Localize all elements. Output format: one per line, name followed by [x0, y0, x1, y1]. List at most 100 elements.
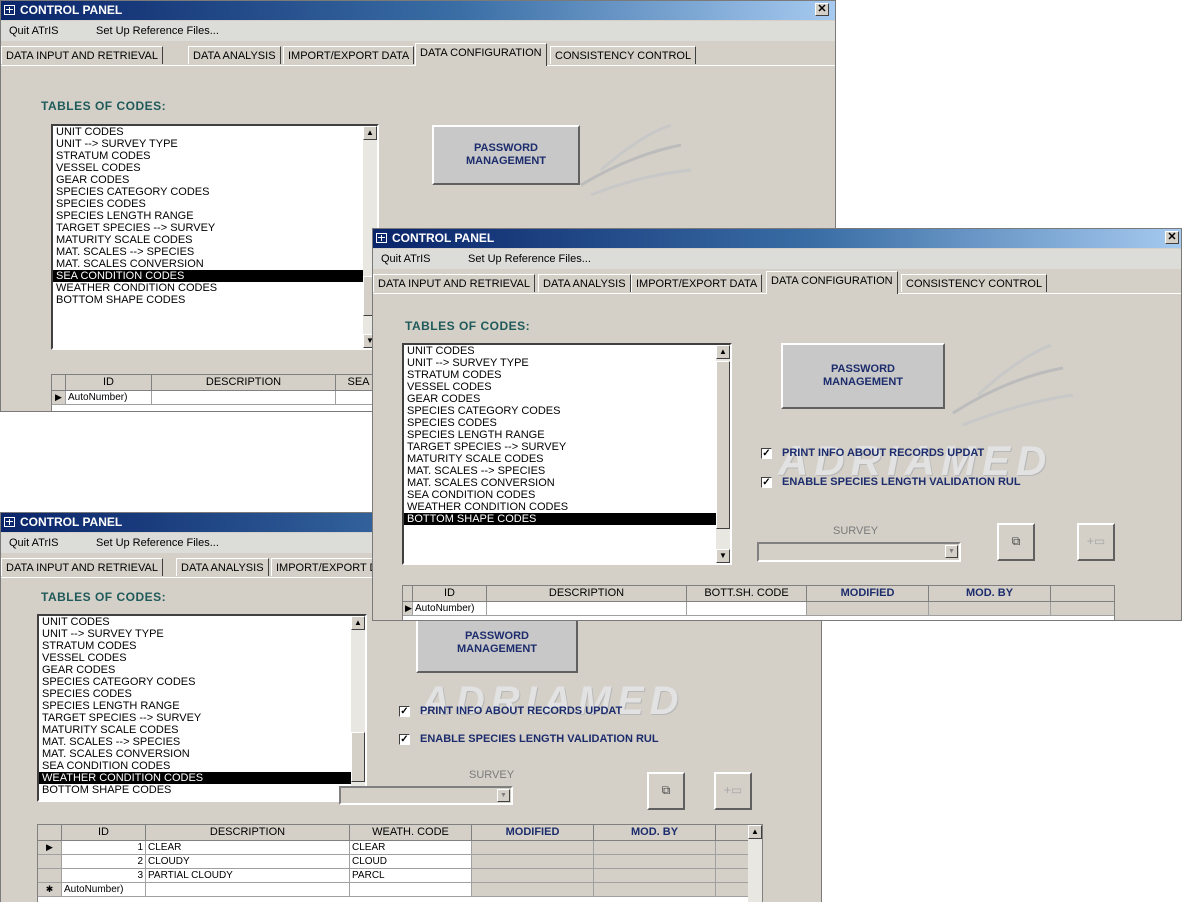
tab-data-configuration[interactable]: DATA CONFIGURATION	[415, 43, 547, 66]
menu-setup-reference[interactable]: Set Up Reference Files...	[468, 249, 591, 269]
survey-combobox[interactable]: ▼	[757, 542, 961, 562]
col-modified[interactable]: MODIFIED	[472, 825, 594, 841]
codes-listbox[interactable]: UNIT CODES UNIT --> SURVEY TYPE STRATUM CO…	[402, 343, 732, 565]
list-item[interactable]: WEATHER CONDITION CODES	[404, 501, 730, 513]
list-item[interactable]: TARGET SPECIES --> SURVEY	[39, 712, 365, 724]
list-item[interactable]: SPECIES LENGTH RANGE	[39, 700, 365, 712]
list-item[interactable]: SEA CONDITION CODES	[404, 489, 730, 501]
tab-data-input[interactable]: DATA INPUT AND RETRIEVAL	[373, 274, 535, 292]
print-info-checkbox[interactable]: ✓ PRINT INFO ABOUT RECORDS UPDAT	[399, 705, 622, 717]
menu-setup-reference[interactable]: Set Up Reference Files...	[96, 21, 219, 41]
col-id[interactable]: ID	[66, 375, 152, 391]
list-item[interactable]: UNIT CODES	[404, 345, 730, 357]
title-bar[interactable]: CONTROL PANEL ✕	[1, 1, 835, 20]
list-item[interactable]: MAT. SCALES --> SPECIES	[39, 736, 365, 748]
cell-id[interactable]: 1	[62, 841, 146, 855]
add-record-button[interactable]: +▭	[1077, 523, 1115, 561]
list-item[interactable]: BOTTOM SHAPE CODES	[39, 784, 365, 796]
list-item[interactable]: WEATHER CONDITION CODES	[39, 772, 365, 784]
vertical-scrollbar[interactable]: ▲ ▼	[716, 345, 730, 563]
scroll-up-icon[interactable]: ▲	[716, 345, 730, 359]
table-row[interactable]: 2 CLOUDY CLOUD	[38, 855, 762, 869]
row-selector[interactable]	[38, 855, 62, 869]
list-item[interactable]: VESSEL CODES	[39, 652, 365, 664]
chevron-down-icon[interactable]: ▼	[497, 789, 510, 802]
col-modified[interactable]: MODIFIED	[807, 586, 929, 602]
row-selector[interactable]	[38, 869, 62, 883]
list-item[interactable]: SPECIES LENGTH RANGE	[404, 429, 730, 441]
list-item[interactable]: MAT. SCALES CONVERSION	[53, 258, 377, 270]
codes-datagrid[interactable]: ID DESCRIPTION BOTT.SH. CODE MODIFIED MO…	[402, 585, 1115, 620]
scroll-up-icon[interactable]: ▲	[351, 616, 365, 630]
list-item[interactable]: MAT. SCALES CONVERSION	[404, 477, 730, 489]
cell-description[interactable]	[146, 883, 350, 897]
list-item[interactable]: UNIT --> SURVEY TYPE	[39, 628, 365, 640]
validation-checkbox[interactable]: ✓ ENABLE SPECIES LENGTH VALIDATION RUL	[399, 733, 659, 745]
cell-description[interactable]	[152, 391, 336, 405]
table-row[interactable]: ▶ AutoNumber)	[52, 391, 380, 405]
validation-checkbox[interactable]: ✓ ENABLE SPECIES LENGTH VALIDATION RUL	[761, 476, 1021, 488]
vertical-scrollbar[interactable]: ▲ ▼	[351, 616, 365, 800]
list-item[interactable]: VESSEL CODES	[404, 381, 730, 393]
menu-setup-reference[interactable]: Set Up Reference Files...	[96, 533, 219, 553]
col-id[interactable]: ID	[413, 586, 487, 602]
checkbox-validation-box[interactable]: ✓	[399, 733, 410, 745]
list-item[interactable]: STRATUM CODES	[53, 150, 377, 162]
col-description[interactable]: DESCRIPTION	[146, 825, 350, 841]
list-item[interactable]: SPECIES CODES	[404, 417, 730, 429]
table-row[interactable]: ▶ AutoNumber)	[403, 602, 1114, 616]
list-item[interactable]: MATURITY SCALE CODES	[53, 234, 377, 246]
tab-data-analysis[interactable]: DATA ANALYSIS	[176, 558, 269, 576]
checkbox-print-box[interactable]: ✓	[761, 447, 772, 459]
col-mod-by[interactable]: MOD. BY	[929, 586, 1051, 602]
list-item[interactable]: STRATUM CODES	[39, 640, 365, 652]
col-description[interactable]: DESCRIPTION	[152, 375, 336, 391]
tab-data-analysis[interactable]: DATA ANALYSIS	[188, 46, 281, 64]
col-description[interactable]: DESCRIPTION	[487, 586, 687, 602]
tab-data-configuration[interactable]: DATA CONFIGURATION	[766, 271, 898, 294]
codes-listbox[interactable]: UNIT CODES UNIT --> SURVEY TYPE STRATUM CO…	[37, 614, 367, 802]
cell-code[interactable]: PARCL	[350, 869, 472, 883]
password-management-button[interactable]: PASSWORD MANAGEMENT	[781, 343, 945, 409]
scroll-thumb[interactable]	[351, 732, 365, 782]
checkbox-print-box[interactable]: ✓	[399, 705, 410, 717]
col-bott-sh-code[interactable]: BOTT.SH. CODE	[687, 586, 807, 602]
checkbox-validation-box[interactable]: ✓	[761, 476, 772, 488]
list-item[interactable]: SPECIES CODES	[39, 688, 365, 700]
list-item[interactable]: MATURITY SCALE CODES	[39, 724, 365, 736]
scroll-thumb[interactable]	[716, 361, 730, 529]
list-item[interactable]: UNIT CODES	[53, 126, 377, 138]
chevron-down-icon[interactable]: ▼	[945, 545, 958, 558]
cell-id[interactable]: AutoNumber)	[66, 391, 152, 405]
list-item[interactable]: BOTTOM SHAPE CODES	[53, 294, 377, 306]
tab-consistency-control[interactable]: CONSISTENCY CONTROL	[550, 46, 697, 64]
list-item[interactable]: SPECIES CODES	[53, 198, 377, 210]
list-item[interactable]: MAT. SCALES --> SPECIES	[404, 465, 730, 477]
survey-combobox[interactable]: ▼	[339, 786, 513, 805]
menu-quit[interactable]: Quit ATrIS	[9, 21, 59, 41]
cell-id[interactable]: AutoNumber)	[413, 602, 487, 616]
col-id[interactable]: ID	[62, 825, 146, 841]
copy-button[interactable]: ⧉	[997, 523, 1035, 561]
cell-id[interactable]: AutoNumber)	[62, 883, 146, 897]
print-info-checkbox[interactable]: ✓ PRINT INFO ABOUT RECORDS UPDAT	[761, 447, 984, 459]
list-item[interactable]: MAT. SCALES --> SPECIES	[53, 246, 377, 258]
add-record-button[interactable]: +▭	[714, 772, 752, 810]
codes-listbox[interactable]: UNIT CODES UNIT --> SURVEY TYPE STRATUM CO…	[51, 124, 379, 350]
list-item[interactable]: SPECIES LENGTH RANGE	[53, 210, 377, 222]
title-bar[interactable]: CONTROL PANEL ✕	[373, 229, 1181, 248]
cell-code[interactable]	[687, 602, 807, 616]
list-item[interactable]: STRATUM CODES	[404, 369, 730, 381]
list-item[interactable]: TARGET SPECIES --> SURVEY	[404, 441, 730, 453]
close-icon[interactable]: ✕	[815, 3, 829, 16]
copy-button[interactable]: ⧉	[647, 772, 685, 810]
tab-import-export[interactable]: IMPORT/EXPORT DATA	[283, 46, 415, 64]
menu-quit[interactable]: Quit ATrIS	[381, 249, 431, 269]
cell-description[interactable]: PARTIAL CLOUDY	[146, 869, 350, 883]
list-item[interactable]: SEA CONDITION CODES	[39, 760, 365, 772]
list-item[interactable]: WEATHER CONDITION CODES	[53, 282, 377, 294]
list-item[interactable]: VESSEL CODES	[53, 162, 377, 174]
password-management-button[interactable]: PASSWORD MANAGEMENT	[416, 613, 578, 673]
menu-quit[interactable]: Quit ATrIS	[9, 533, 59, 553]
table-row[interactable]: ▶ 1 CLEAR CLEAR	[38, 841, 762, 855]
